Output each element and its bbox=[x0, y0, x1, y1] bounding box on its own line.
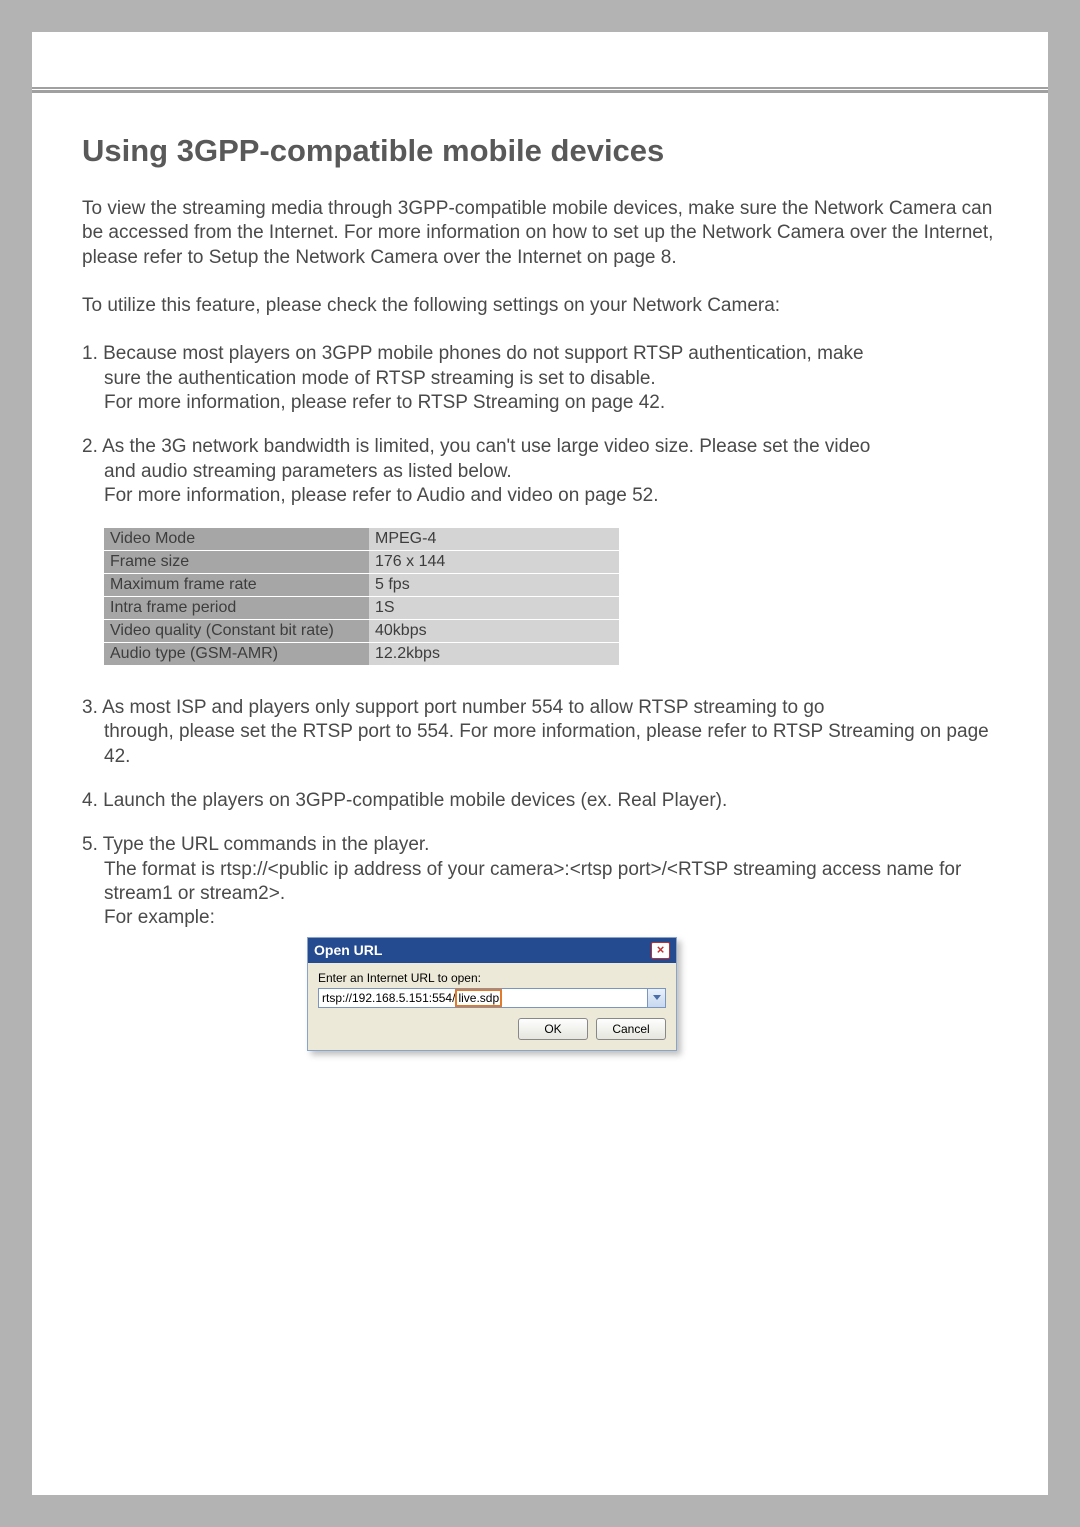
text: 5. Type the URL commands in the player. bbox=[82, 834, 429, 855]
url-highlight: live.sdp bbox=[455, 989, 502, 1007]
document-page: VIVOTEK - A Leading Provider of Multimed… bbox=[32, 32, 1048, 1495]
ok-button[interactable]: OK bbox=[518, 1018, 588, 1040]
text: 2. As the 3G network bandwidth is limite… bbox=[82, 436, 870, 457]
setting-label: Frame size bbox=[104, 551, 369, 574]
text: sure the authentication mode of RTSP str… bbox=[82, 367, 998, 391]
list-item-5: 5. Type the URL commands in the player. … bbox=[82, 833, 998, 930]
dialog-buttons: OK Cancel bbox=[318, 1018, 666, 1040]
setting-value: MPEG-4 bbox=[369, 528, 619, 551]
table-row: Intra frame period1S bbox=[104, 597, 619, 620]
dialog-titlebar: Open URL × bbox=[308, 938, 676, 963]
cancel-button[interactable]: Cancel bbox=[596, 1018, 666, 1040]
text: For more information, please refer to Au… bbox=[82, 484, 998, 508]
text: and audio streaming parameters as listed… bbox=[82, 460, 998, 484]
settings-table: Video ModeMPEG-4 Frame size176 x 144 Max… bbox=[104, 528, 619, 666]
text: 4. Launch the players on 3GPP-compatible… bbox=[82, 790, 727, 811]
setting-label: Video Mode bbox=[104, 528, 369, 551]
list-item-1: 1. Because most players on 3GPP mobile p… bbox=[82, 342, 998, 415]
text: The format is rtsp://<public ip address … bbox=[82, 858, 998, 907]
paragraph: To utilize this feature, please check th… bbox=[82, 294, 998, 318]
setting-value: 12.2kbps bbox=[369, 643, 619, 666]
url-prefix: rtsp://192.168.5.151:554/ bbox=[322, 991, 455, 1005]
list-item-2: 2. As the 3G network bandwidth is limite… bbox=[82, 435, 998, 508]
setting-value: 176 x 144 bbox=[369, 551, 619, 574]
list-item-3: 3. As most ISP and players only support … bbox=[82, 696, 998, 769]
page-content: Using 3GPP-compatible mobile devices To … bbox=[32, 93, 1048, 1051]
paragraph: To view the streaming media through 3GPP… bbox=[82, 197, 998, 270]
table-row: Video ModeMPEG-4 bbox=[104, 528, 619, 551]
divider bbox=[32, 87, 1048, 89]
setting-label: Video quality (Constant bit rate) bbox=[104, 620, 369, 643]
text: For more information, please refer to RT… bbox=[82, 391, 998, 415]
text: For example: bbox=[82, 906, 998, 930]
table-row: Maximum frame rate5 fps bbox=[104, 574, 619, 597]
open-url-dialog: Open URL × Enter an Internet URL to open… bbox=[307, 937, 677, 1051]
setting-value: 40kbps bbox=[369, 620, 619, 643]
header-text: VIVOTEK - A Leading Provider of Multimed… bbox=[80, 61, 603, 79]
text: 3. As most ISP and players only support … bbox=[82, 697, 824, 718]
setting-label: Audio type (GSM-AMR) bbox=[104, 643, 369, 666]
dialog-body: Enter an Internet URL to open: rtsp://19… bbox=[308, 963, 676, 1050]
url-input-row: rtsp://192.168.5.151:554/live.sdp bbox=[318, 988, 666, 1008]
dropdown-icon[interactable] bbox=[648, 988, 666, 1008]
page-title: Using 3GPP-compatible mobile devices bbox=[82, 133, 998, 169]
setting-value: 5 fps bbox=[369, 574, 619, 597]
dialog-title-text: Open URL bbox=[314, 942, 382, 958]
dialog-field-label: Enter an Internet URL to open: bbox=[318, 971, 666, 985]
url-input[interactable]: rtsp://192.168.5.151:554/live.sdp bbox=[318, 988, 648, 1008]
page-footer: 16 - User's Manual bbox=[82, 1445, 199, 1461]
table-row: Frame size176 x 144 bbox=[104, 551, 619, 574]
setting-label: Maximum frame rate bbox=[104, 574, 369, 597]
text: through, please set the RTSP port to 554… bbox=[82, 720, 998, 769]
table-row: Video quality (Constant bit rate)40kbps bbox=[104, 620, 619, 643]
page-header: VIVOTEK - A Leading Provider of Multimed… bbox=[32, 32, 1048, 87]
list-item-4: 4. Launch the players on 3GPP-compatible… bbox=[82, 789, 998, 813]
setting-value: 1S bbox=[369, 597, 619, 620]
close-icon[interactable]: × bbox=[651, 942, 670, 959]
text: 1. Because most players on 3GPP mobile p… bbox=[82, 343, 864, 364]
setting-label: Intra frame period bbox=[104, 597, 369, 620]
table-row: Audio type (GSM-AMR)12.2kbps bbox=[104, 643, 619, 666]
